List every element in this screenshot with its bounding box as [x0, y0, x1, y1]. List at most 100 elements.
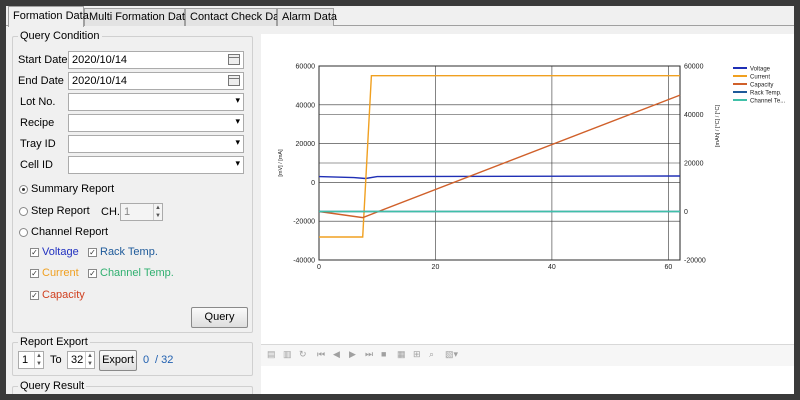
step-report-label: Step Report: [31, 205, 90, 217]
chevron-down-icon[interactable]: ▾: [235, 158, 240, 169]
channel-report-radio[interactable]: [19, 228, 28, 237]
capacity-checkbox[interactable]: ✓: [30, 291, 39, 300]
step-report-radio[interactable]: [19, 207, 28, 216]
export-to-label: To: [50, 354, 62, 366]
ch-label: CH.: [101, 206, 120, 218]
query-result-group: Query Result: [12, 380, 253, 394]
legend-label-current: Current: [750, 75, 770, 81]
next-page-icon[interactable]: ▶: [349, 349, 356, 360]
calendar-icon[interactable]: [228, 54, 240, 65]
channel-report-label: Channel Report: [31, 226, 109, 238]
lot-no-label: Lot No.: [20, 96, 56, 108]
rack-temp-label: Rack Temp.: [100, 246, 158, 258]
x-tick-label: 40: [548, 264, 556, 271]
cell-id-label: Cell ID: [20, 159, 54, 171]
right-tick-label: 20000: [684, 161, 704, 168]
lot-no-select[interactable]: ▾: [68, 93, 244, 111]
export-button[interactable]: Export: [99, 350, 137, 371]
export-to-value: 32: [71, 354, 84, 366]
refresh-icon[interactable]: ↻: [299, 349, 307, 360]
end-date-label: End Date: [18, 75, 64, 87]
summary-report-label: Summary Report: [31, 183, 115, 195]
chevron-down-icon[interactable]: ▾: [235, 95, 240, 106]
tray-id-select[interactable]: ▾: [68, 135, 244, 153]
right-tick-label: 0: [684, 209, 688, 216]
left-tick-label: 0: [311, 180, 315, 187]
legend-label-voltage: Voltage: [750, 67, 771, 73]
export-total: / 32: [155, 354, 174, 366]
left-tick-label: -20000: [293, 219, 315, 226]
series-line-current: [319, 75, 680, 238]
tab-alarm-data[interactable]: Alarm Data: [277, 8, 337, 26]
print-icon[interactable]: ▥: [283, 349, 292, 360]
left-axis-label: [mV] / [mA]: [278, 149, 284, 177]
capacity-label: Capacity: [42, 289, 85, 301]
export-from-stepper[interactable]: 1 ▲ ▼: [18, 351, 44, 369]
tab-contact-check-data[interactable]: Contact Check Data: [185, 8, 288, 26]
chevron-down-icon[interactable]: ▾: [235, 137, 240, 148]
query-result-title: Query Result: [18, 380, 87, 392]
summary-report-radio[interactable]: [19, 185, 28, 194]
left-tick-label: -40000: [293, 258, 315, 265]
formation-chart: 60000 40000 20000 0 -20000 -40000 60000 40000 20…: [278, 64, 786, 272]
last-page-icon[interactable]: ⏭: [365, 349, 373, 360]
stepper-arrows-icon[interactable]: ▲ ▼: [153, 204, 162, 220]
x-tick-label: 60: [664, 264, 672, 271]
start-date-value: 2020/10/14: [72, 54, 128, 66]
current-label: Current: [42, 267, 79, 279]
right-axis-label: [mAh] / [°C] / [°C]: [715, 105, 721, 147]
export-icon[interactable]: ▦: [397, 349, 406, 360]
layout-icon[interactable]: ▧▾: [445, 349, 458, 360]
series-line-voltage: [318, 175, 681, 180]
tab-multi-formation-data[interactable]: Multi Formation Data: [84, 8, 191, 26]
right-tick-label: 40000: [684, 112, 704, 119]
left-tick-label: 20000: [296, 141, 316, 148]
export-progress: 0: [143, 354, 150, 366]
rack-temp-checkbox[interactable]: ✓: [88, 248, 97, 257]
tab-bar: Formation Data Multi Formation Data Cont…: [6, 6, 794, 27]
cell-id-select[interactable]: ▾: [68, 156, 244, 174]
x-tick-label: 20: [432, 264, 440, 271]
page-setup-icon[interactable]: ▤: [267, 349, 276, 360]
recipe-select[interactable]: ▾: [68, 114, 244, 132]
query-button[interactable]: Query: [191, 307, 248, 328]
channel-temp-label: Channel Temp.: [100, 267, 174, 279]
end-date-picker[interactable]: 2020/10/14: [68, 72, 244, 90]
end-date-value: 2020/10/14: [72, 75, 128, 87]
voltage-checkbox[interactable]: ✓: [30, 248, 39, 257]
right-tick-label: 60000: [684, 64, 704, 71]
find-icon[interactable]: ⌕: [429, 349, 434, 360]
left-tick-label: 60000: [296, 64, 316, 71]
tray-id-label: Tray ID: [20, 138, 56, 150]
calendar-icon[interactable]: [228, 75, 240, 86]
stepper-arrows-icon[interactable]: ▲ ▼: [85, 352, 94, 368]
x-tick-label: 0: [317, 264, 321, 271]
left-tick-label: 40000: [296, 102, 316, 109]
tab-formation-data[interactable]: Formation Data: [8, 6, 89, 27]
legend-label-rack: Rack Temp.: [750, 91, 782, 97]
start-date-label: Start Date: [18, 54, 68, 66]
report-viewer-area: [261, 366, 794, 394]
prev-page-icon[interactable]: ◀: [333, 349, 340, 360]
report-viewer-toolbar: ▤ ▥ ↻ ⏮ ◀ ▶ ⏭ ■ ▦ ⊞ ⌕ ▧▾: [261, 344, 794, 366]
start-date-picker[interactable]: 2020/10/14: [68, 51, 244, 69]
query-condition-title: Query Condition: [18, 30, 102, 42]
app-window: Formation Data Multi Formation Data Cont…: [6, 6, 794, 394]
channel-number-stepper[interactable]: 1 ▲ ▼: [120, 203, 163, 221]
right-tick-label: -20000: [684, 258, 706, 265]
stop-icon[interactable]: ■: [381, 349, 386, 359]
channel-number-value: 1: [124, 206, 131, 218]
export-to-stepper[interactable]: 32 ▲ ▼: [67, 351, 95, 369]
chevron-down-icon[interactable]: ▾: [235, 116, 240, 127]
voltage-label: Voltage: [42, 246, 79, 258]
series-line-capacity: [318, 94, 681, 219]
report-export-title: Report Export: [18, 336, 90, 348]
channel-temp-checkbox[interactable]: ✓: [88, 269, 97, 278]
recipe-label: Recipe: [20, 117, 55, 129]
legend-label-channel: Channel Te...: [750, 99, 786, 105]
stepper-arrows-icon[interactable]: ▲ ▼: [34, 352, 43, 368]
zoom-icon[interactable]: ⊞: [413, 349, 421, 360]
export-from-value: 1: [22, 354, 29, 366]
current-checkbox[interactable]: ✓: [30, 269, 39, 278]
first-page-icon[interactable]: ⏮: [317, 349, 325, 360]
